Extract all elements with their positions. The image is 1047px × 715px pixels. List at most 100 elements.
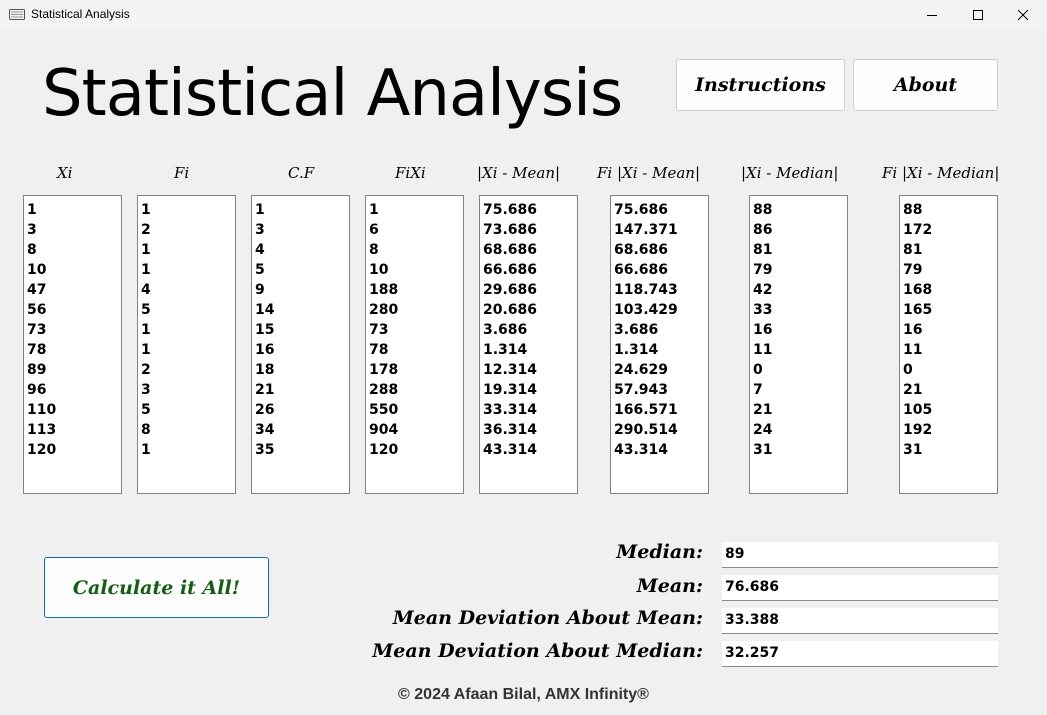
md-median-field[interactable]: 32.257 bbox=[722, 641, 998, 667]
list-item[interactable]: 24.629 bbox=[614, 360, 708, 380]
list-item[interactable]: 15 bbox=[255, 320, 349, 340]
list-item[interactable]: 7 bbox=[753, 380, 847, 400]
list-item[interactable]: 73 bbox=[27, 320, 121, 340]
list-item[interactable]: 66.686 bbox=[483, 260, 577, 280]
list-item[interactable]: 1.314 bbox=[483, 340, 577, 360]
list-item[interactable]: 14 bbox=[255, 300, 349, 320]
list-item[interactable]: 35 bbox=[255, 440, 349, 460]
list-cf[interactable]: 1 3 4 5 9 14 15 16 18 21 26 34 35 bbox=[251, 195, 350, 494]
list-item[interactable]: 280 bbox=[369, 300, 463, 320]
list-item[interactable]: 68.686 bbox=[614, 240, 708, 260]
list-item[interactable]: 12.314 bbox=[483, 360, 577, 380]
list-item[interactable]: 43.314 bbox=[614, 440, 708, 460]
maximize-button[interactable] bbox=[955, 0, 1001, 30]
list-item[interactable]: 11 bbox=[903, 340, 997, 360]
list-item[interactable]: 3 bbox=[27, 220, 121, 240]
list-item[interactable]: 24 bbox=[753, 420, 847, 440]
list-item[interactable]: 1 bbox=[141, 340, 235, 360]
list-item[interactable]: 42 bbox=[753, 280, 847, 300]
list-item[interactable]: 1 bbox=[141, 240, 235, 260]
list-item[interactable]: 78 bbox=[369, 340, 463, 360]
calculate-button[interactable]: Calculate it All! bbox=[44, 557, 269, 618]
median-field[interactable]: 89 bbox=[722, 542, 998, 568]
list-item[interactable]: 20.686 bbox=[483, 300, 577, 320]
list-item[interactable]: 288 bbox=[369, 380, 463, 400]
list-item[interactable]: 1 bbox=[141, 440, 235, 460]
list-item[interactable]: 16 bbox=[255, 340, 349, 360]
list-item[interactable]: 88 bbox=[903, 200, 997, 220]
about-button[interactable]: About bbox=[853, 59, 998, 111]
list-item[interactable]: 110 bbox=[27, 400, 121, 420]
list-item[interactable]: 103.429 bbox=[614, 300, 708, 320]
list-fi-abs-xi-mean[interactable]: 75.686 147.371 68.686 66.686 118.743 103.429 3… bbox=[610, 195, 709, 494]
list-item[interactable]: 120 bbox=[369, 440, 463, 460]
list-fi[interactable]: 1211451123581 bbox=[137, 195, 236, 494]
list-item[interactable]: 0 bbox=[903, 360, 997, 380]
list-item[interactable]: 168 bbox=[903, 280, 997, 300]
list-item[interactable]: 47 bbox=[27, 280, 121, 300]
list-item[interactable]: 89 bbox=[27, 360, 121, 380]
close-button[interactable] bbox=[1000, 0, 1046, 30]
list-item[interactable]: 16 bbox=[753, 320, 847, 340]
list-item[interactable]: 75.686 bbox=[483, 200, 577, 220]
list-fixi[interactable]: 1 6 8 10 188 280 73 78 178 288 550 904 120 bbox=[365, 195, 464, 494]
list-item[interactable]: 290.514 bbox=[614, 420, 708, 440]
list-item[interactable]: 188 bbox=[369, 280, 463, 300]
list-item[interactable]: 1 bbox=[255, 200, 349, 220]
list-item[interactable]: 4 bbox=[141, 280, 235, 300]
list-item[interactable]: 1.314 bbox=[614, 340, 708, 360]
list-item[interactable]: 6 bbox=[369, 220, 463, 240]
list-item[interactable]: 118.743 bbox=[614, 280, 708, 300]
md-mean-field[interactable]: 33.388 bbox=[722, 608, 998, 634]
list-item[interactable]: 2 bbox=[141, 360, 235, 380]
list-item[interactable]: 73.686 bbox=[483, 220, 577, 240]
list-item[interactable]: 57.943 bbox=[614, 380, 708, 400]
list-item[interactable]: 172 bbox=[903, 220, 997, 240]
list-item[interactable]: 96 bbox=[27, 380, 121, 400]
list-item[interactable]: 73 bbox=[369, 320, 463, 340]
list-abs-xi-median[interactable]: 88 86 81 79 42 33 16 11 0 7 21 24 31 bbox=[749, 195, 848, 494]
list-item[interactable]: 34 bbox=[255, 420, 349, 440]
list-item[interactable]: 166.571 bbox=[614, 400, 708, 420]
list-item[interactable]: 105 bbox=[903, 400, 997, 420]
list-item[interactable]: 81 bbox=[753, 240, 847, 260]
list-item[interactable]: 2 bbox=[141, 220, 235, 240]
list-item[interactable]: 10 bbox=[27, 260, 121, 280]
list-item[interactable]: 5 bbox=[255, 260, 349, 280]
list-item[interactable]: 0 bbox=[753, 360, 847, 380]
list-item[interactable]: 8 bbox=[27, 240, 121, 260]
list-item[interactable]: 4 bbox=[255, 240, 349, 260]
list-item[interactable]: 10 bbox=[369, 260, 463, 280]
list-item[interactable]: 178 bbox=[369, 360, 463, 380]
list-item[interactable]: 29.686 bbox=[483, 280, 577, 300]
list-item[interactable]: 8 bbox=[369, 240, 463, 260]
window-titlebar[interactable]: Statistical Analysis bbox=[0, 0, 1047, 30]
minimize-button[interactable] bbox=[909, 0, 955, 30]
list-item[interactable]: 33.314 bbox=[483, 400, 577, 420]
list-item[interactable]: 904 bbox=[369, 420, 463, 440]
list-item[interactable]: 26 bbox=[255, 400, 349, 420]
list-item[interactable]: 3.686 bbox=[483, 320, 577, 340]
list-item[interactable]: 21 bbox=[903, 380, 997, 400]
list-item[interactable]: 68.686 bbox=[483, 240, 577, 260]
list-item[interactable]: 31 bbox=[753, 440, 847, 460]
list-item[interactable]: 86 bbox=[753, 220, 847, 240]
list-item[interactable]: 1 bbox=[141, 200, 235, 220]
list-item[interactable]: 147.371 bbox=[614, 220, 708, 240]
list-item[interactable]: 36.314 bbox=[483, 420, 577, 440]
list-item[interactable]: 21 bbox=[255, 380, 349, 400]
list-abs-xi-mean[interactable]: 75.686 73.686 68.686 66.686 29.686 20.686 3.68… bbox=[479, 195, 578, 494]
list-item[interactable]: 113 bbox=[27, 420, 121, 440]
list-item[interactable]: 5 bbox=[141, 300, 235, 320]
list-item[interactable]: 1 bbox=[369, 200, 463, 220]
list-item[interactable]: 3.686 bbox=[614, 320, 708, 340]
list-item[interactable]: 78 bbox=[27, 340, 121, 360]
list-item[interactable]: 21 bbox=[753, 400, 847, 420]
list-item[interactable]: 31 bbox=[903, 440, 997, 460]
list-item[interactable]: 1 bbox=[27, 200, 121, 220]
list-item[interactable]: 19.314 bbox=[483, 380, 577, 400]
list-item[interactable]: 75.686 bbox=[614, 200, 708, 220]
list-item[interactable]: 120 bbox=[27, 440, 121, 460]
list-item[interactable]: 88 bbox=[753, 200, 847, 220]
list-item[interactable]: 11 bbox=[753, 340, 847, 360]
